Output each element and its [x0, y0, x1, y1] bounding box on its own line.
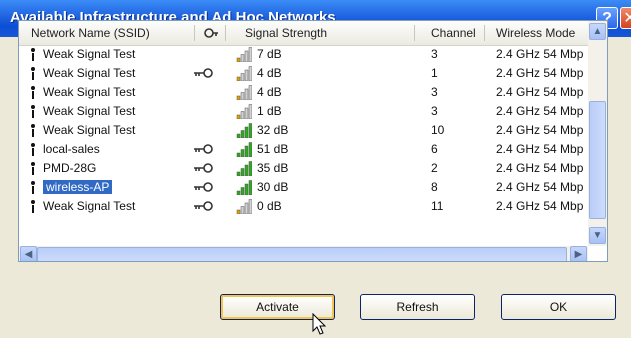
network-user-icon [31, 124, 35, 137]
signal-strength-icon [236, 66, 252, 81]
scroll-down-icon[interactable]: ▼ [589, 227, 606, 244]
network-user-icon [31, 67, 35, 80]
network-ssid: Weak Signal Test [43, 85, 136, 99]
security-key-icon [194, 144, 213, 154]
column-divider[interactable] [484, 25, 485, 41]
signal-strength-icon [236, 47, 252, 62]
column-header-ssid[interactable]: Network Name (SSID) [31, 21, 150, 45]
refresh-button[interactable]: Refresh [360, 294, 475, 320]
signal-strength-value: 51 dB [257, 142, 289, 156]
column-header-mode[interactable]: Wireless Mode [496, 21, 575, 45]
horizontal-scroll-thumb[interactable] [37, 247, 567, 261]
network-row[interactable]: local-sales 51 dB 6 2.4 GHz 54 Mbp [19, 140, 589, 159]
network-user-icon [31, 143, 35, 156]
security-key-icon [194, 201, 213, 211]
wireless-mode-value: 2.4 GHz 54 Mbp [496, 142, 584, 156]
channel-value: 2 [431, 161, 438, 175]
channel-value: 1 [431, 66, 438, 80]
signal-strength-icon [236, 161, 252, 176]
signal-strength-value: 1 dB [257, 104, 282, 118]
wireless-mode-value: 2.4 GHz 54 Mbp [496, 66, 584, 80]
network-user-icon [31, 181, 35, 194]
signal-strength-value: 4 dB [257, 66, 282, 80]
security-key-icon [194, 68, 213, 78]
network-row[interactable]: wireless-AP 30 dB 8 2.4 GHz 54 Mbp [19, 178, 589, 197]
channel-value: 3 [431, 47, 438, 61]
network-row[interactable]: Weak Signal Test 7 dB 3 2.4 GHz 54 Mbp [19, 45, 589, 64]
security-key-icon [194, 182, 213, 192]
signal-strength-value: 7 dB [257, 47, 282, 61]
network-row[interactable]: Weak Signal Test 1 dB 3 2.4 GHz 54 Mbp [19, 102, 589, 121]
signal-strength-icon [236, 85, 252, 100]
vertical-scroll-thumb[interactable] [589, 101, 606, 219]
column-divider[interactable] [194, 25, 195, 41]
network-ssid: Weak Signal Test [43, 104, 136, 118]
signal-strength-icon [236, 104, 252, 119]
column-header-channel[interactable]: Channel [431, 21, 476, 45]
network-row[interactable]: Weak Signal Test 0 dB 11 2.4 GHz 54 Mbp [19, 197, 589, 216]
channel-value: 11 [431, 199, 444, 213]
network-ssid: local-sales [43, 142, 100, 156]
wireless-mode-value: 2.4 GHz 54 Mbp [496, 199, 584, 213]
network-row[interactable]: Weak Signal Test 32 dB 10 2.4 GHz 54 Mbp [19, 121, 589, 140]
signal-strength-icon [236, 199, 252, 214]
signal-strength-icon [236, 123, 252, 138]
network-ssid: Weak Signal Test [43, 123, 136, 137]
ok-button[interactable]: OK [501, 294, 616, 320]
security-key-icon [194, 163, 213, 173]
scroll-right-icon[interactable]: ▶ [570, 246, 587, 261]
signal-strength-value: 4 dB [257, 85, 282, 99]
vertical-scrollbar[interactable]: ▲ ▼ [588, 21, 607, 246]
signal-strength-icon [236, 180, 252, 195]
network-ssid: Weak Signal Test [43, 66, 136, 80]
network-ssid: Weak Signal Test [43, 47, 136, 61]
network-user-icon [31, 200, 35, 213]
network-ssid: Weak Signal Test [43, 199, 136, 213]
network-user-icon [31, 86, 35, 99]
network-ssid: PMD-28G [43, 161, 97, 175]
column-header-signal[interactable]: Signal Strength [245, 21, 327, 45]
wireless-mode-value: 2.4 GHz 54 Mbp [496, 161, 584, 175]
security-column-icon[interactable] [203, 21, 219, 45]
signal-strength-icon [236, 142, 252, 157]
channel-value: 3 [431, 104, 438, 118]
network-user-icon [31, 105, 35, 118]
column-divider[interactable] [225, 25, 226, 41]
list-header: Network Name (SSID) Signal Strength Chan… [19, 21, 607, 46]
horizontal-scrollbar[interactable]: ◀ ▶ [19, 246, 588, 261]
signal-strength-value: 32 dB [257, 123, 289, 137]
close-button[interactable]: ✕ [620, 7, 631, 29]
channel-value: 3 [431, 85, 438, 99]
mouse-cursor-icon [312, 313, 327, 335]
network-user-icon [31, 162, 35, 175]
network-ssid: wireless-AP [43, 180, 113, 194]
dialog-window: Available Infrastructure and Ad Hoc Netw… [0, 0, 631, 338]
channel-value: 8 [431, 180, 438, 194]
signal-strength-value: 0 dB [257, 199, 282, 213]
scroll-left-icon[interactable]: ◀ [20, 246, 37, 261]
wireless-mode-value: 2.4 GHz 54 Mbp [496, 104, 584, 118]
wireless-mode-value: 2.4 GHz 54 Mbp [496, 123, 584, 137]
network-user-icon [31, 48, 35, 61]
channel-value: 10 [431, 123, 445, 137]
network-list[interactable]: Network Name (SSID) Signal Strength Chan… [18, 20, 608, 262]
signal-strength-value: 35 dB [257, 161, 289, 175]
wireless-mode-value: 2.4 GHz 54 Mbp [496, 47, 584, 61]
channel-value: 6 [431, 142, 438, 156]
scroll-up-icon[interactable]: ▲ [589, 23, 606, 40]
network-row[interactable]: PMD-28G 35 dB 2 2.4 GHz 54 Mbp [19, 159, 589, 178]
network-row[interactable]: Weak Signal Test 4 dB 3 2.4 GHz 54 Mbp [19, 83, 589, 102]
column-divider[interactable] [414, 25, 415, 41]
wireless-mode-value: 2.4 GHz 54 Mbp [496, 180, 584, 194]
wireless-mode-value: 2.4 GHz 54 Mbp [496, 85, 584, 99]
network-row[interactable]: Weak Signal Test 4 dB 1 2.4 GHz 54 Mbp [19, 64, 589, 83]
signal-strength-value: 30 dB [257, 180, 289, 194]
